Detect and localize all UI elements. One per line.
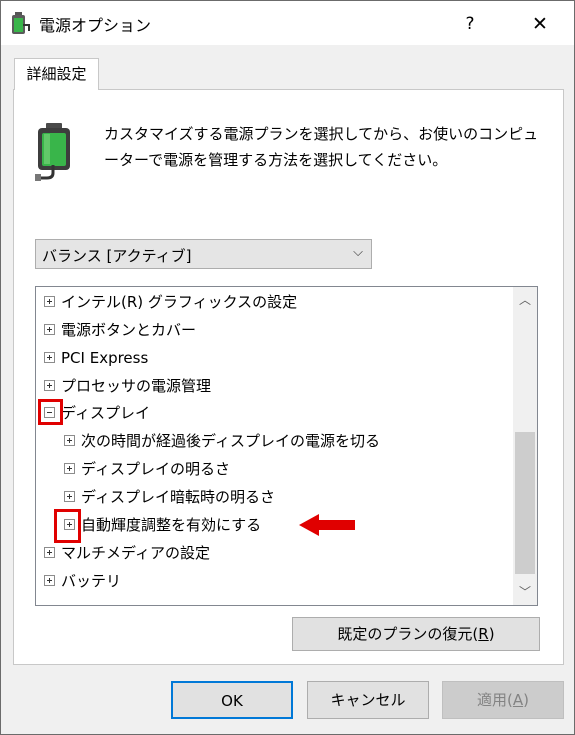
power-options-window: 電源オプション ? ✕ 詳細設定 カスタマイズする電源プランを選択してから、お使… bbox=[0, 0, 575, 735]
tree-item-label: バッテリ bbox=[61, 572, 122, 590]
expand-toggle-icon[interactable] bbox=[64, 491, 75, 502]
expand-toggle-icon[interactable] bbox=[44, 380, 55, 391]
scroll-up-icon[interactable]: ︿ bbox=[513, 287, 537, 313]
tree-item-label: マルチメディアの設定 bbox=[61, 544, 210, 562]
chevron-down-icon: ⌵ bbox=[353, 245, 363, 260]
expand-toggle-icon[interactable] bbox=[44, 324, 55, 335]
description-text: カスタマイズする電源プランを選択してから、お使いのコンピューターで電源を管理する… bbox=[104, 125, 539, 169]
expand-toggle-icon[interactable] bbox=[44, 575, 55, 586]
tree-item-label: ディスプレイ bbox=[61, 404, 150, 422]
tree-item-label: PCI Express bbox=[61, 349, 149, 367]
highlight-box-display-toggle bbox=[38, 399, 63, 425]
power-options-icon bbox=[12, 12, 30, 34]
settings-tree[interactable]: インテル(R) グラフィックスの設定 電源ボタンとカバー PCI Express… bbox=[35, 286, 538, 606]
restore-plan-defaults-button[interactable]: 既定のプランの復元(R) bbox=[292, 617, 540, 651]
expand-toggle-icon[interactable] bbox=[64, 435, 75, 446]
tree-item-label: ディスプレイの明るさ bbox=[81, 460, 230, 478]
tree-item-label: 自動輝度調整を有効にする bbox=[81, 516, 262, 534]
tree-item-label: ディスプレイ暗転時の明るさ bbox=[81, 488, 275, 506]
title-bar: 電源オプション ? ✕ bbox=[1, 1, 574, 45]
close-button[interactable]: ✕ bbox=[519, 7, 561, 41]
tree-scrollbar[interactable]: ︿ ﹀ bbox=[513, 287, 537, 605]
power-plan-select[interactable]: バランス [アクティブ] ⌵ bbox=[35, 239, 372, 269]
battery-plug-icon bbox=[35, 123, 70, 181]
expand-toggle-icon[interactable] bbox=[44, 296, 55, 307]
expand-toggle-icon[interactable] bbox=[64, 463, 75, 474]
expand-toggle-icon[interactable] bbox=[44, 547, 55, 558]
red-arrow-icon bbox=[299, 514, 355, 536]
tree-item-label: インテル(R) グラフィックスの設定 bbox=[61, 293, 298, 311]
scrollbar-thumb[interactable] bbox=[515, 432, 535, 574]
power-plan-value: バランス [アクティブ] bbox=[42, 247, 192, 265]
tree-item-label: プロセッサの電源管理 bbox=[61, 377, 212, 395]
apply-button[interactable]: 適用(A) bbox=[442, 681, 564, 719]
ok-button[interactable]: OK bbox=[171, 681, 293, 719]
tree-item-label: 電源ボタンとカバー bbox=[61, 321, 197, 339]
help-button[interactable]: ? bbox=[449, 7, 491, 41]
highlight-box-auto-brightness-toggle bbox=[54, 509, 81, 543]
cancel-button[interactable]: キャンセル bbox=[307, 681, 429, 719]
tree-item-label: 次の時間が経過後ディスプレイの電源を切る bbox=[81, 432, 380, 450]
scroll-down-icon[interactable]: ﹀ bbox=[513, 579, 537, 605]
window-title: 電源オプション bbox=[39, 16, 152, 35]
tab-advanced-settings[interactable]: 詳細設定 bbox=[14, 58, 99, 90]
expand-toggle-icon[interactable] bbox=[44, 352, 55, 363]
